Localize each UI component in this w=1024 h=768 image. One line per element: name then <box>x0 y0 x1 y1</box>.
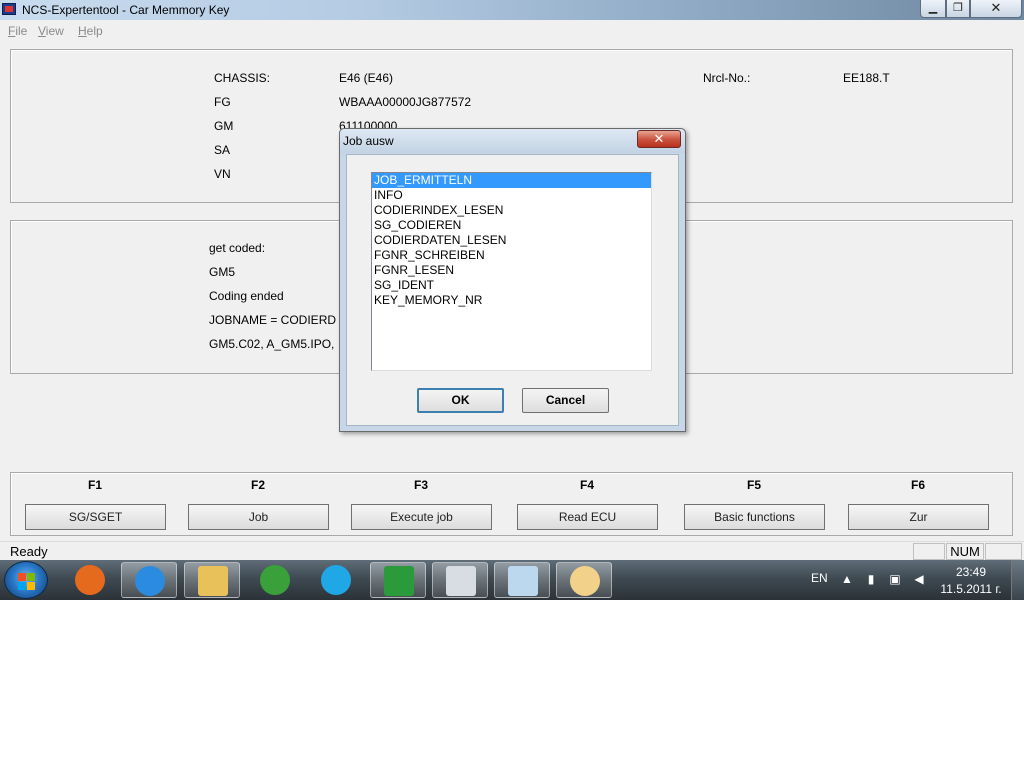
job-list-item[interactable]: INFO <box>372 188 651 203</box>
sg-sget-button[interactable]: SG/SGET <box>25 504 166 530</box>
log-line: Coding ended <box>209 289 284 303</box>
f4-label: F4 <box>579 478 594 492</box>
execute-job-button[interactable]: Execute job <box>351 504 492 530</box>
nrcl-value: EE188.T <box>843 71 890 85</box>
taskbar: EN ▲ ▮ ▣ ◀ 23:49 11.5.2011 г. <box>0 560 1024 600</box>
menu-file[interactable]: File <box>8 24 27 38</box>
job-list-item[interactable]: FGNR_LESEN <box>372 263 651 278</box>
menu-view[interactable]: View <box>38 24 64 38</box>
menu-help-accel: H <box>78 24 87 38</box>
sa-label: SA <box>214 143 231 157</box>
dialog-body: JOB_ERMITTELN INFO CODIERINDEX_LESEN SG_COD… <box>346 154 679 426</box>
windows-logo-icon <box>27 573 35 581</box>
windows-logo-icon <box>18 582 26 590</box>
taskbar-utorrent[interactable] <box>247 562 303 598</box>
calculator-icon <box>446 566 476 596</box>
skype-icon <box>321 565 351 595</box>
notepad-icon <box>508 566 538 596</box>
language-indicator[interactable]: EN <box>811 571 828 585</box>
clock-date[interactable]: 11.5.2011 г. <box>938 582 1004 596</box>
job-list-item[interactable]: CODIERINDEX_LESEN <box>372 203 651 218</box>
basic-functions-button[interactable]: Basic functions <box>684 504 825 530</box>
fg-label: FG <box>214 95 231 109</box>
taskbar-paint[interactable] <box>556 562 612 598</box>
menu-help[interactable]: Help <box>78 24 103 38</box>
diagnostic-tool-icon <box>384 566 414 596</box>
num-lock-indicator: NUM <box>946 543 984 560</box>
network-icon[interactable]: ▣ <box>888 572 902 586</box>
cancel-button[interactable]: Cancel <box>522 388 609 413</box>
menu-bar: File View Help <box>0 20 1024 42</box>
f2-label: F2 <box>250 478 265 492</box>
menu-view-label: iew <box>45 24 64 38</box>
log-line: GM5.C02, A_GM5.IPO, <box>209 337 335 351</box>
status-cell-empty <box>913 543 945 560</box>
log-line: JOBNAME = CODIERD <box>209 313 337 327</box>
f5-label: F5 <box>746 478 761 492</box>
firefox-icon <box>75 565 105 595</box>
zur-button[interactable]: Zur <box>848 504 989 530</box>
vn-label: VN <box>214 167 231 181</box>
show-hidden-icons-icon[interactable]: ▲ <box>840 572 854 586</box>
fg-value: WBAAA00000JG877572 <box>339 95 472 109</box>
status-bar: Ready NUM <box>0 541 1024 560</box>
maximize-button[interactable]: ❐ <box>946 0 970 18</box>
taskbar-firefox[interactable] <box>62 562 118 598</box>
job-list-item[interactable]: JOB_ERMITTELN <box>372 173 651 188</box>
f3-label: F3 <box>413 478 428 492</box>
dialog-close-button[interactable]: ✕ <box>637 130 681 148</box>
taskbar-internet-explorer[interactable] <box>121 562 177 598</box>
battery-icon[interactable]: ▮ <box>864 572 878 586</box>
menu-help-label: elp <box>86 24 103 38</box>
show-desktop-button[interactable] <box>1011 560 1024 600</box>
internet-explorer-icon <box>135 566 165 596</box>
status-text: Ready <box>10 544 48 559</box>
chassis-label: CHASSIS: <box>214 71 271 85</box>
taskbar-diagnostic-tool[interactable] <box>370 562 426 598</box>
utorrent-icon <box>260 565 290 595</box>
menu-view-accel: V <box>38 24 46 38</box>
dialog-title: Job ausw <box>343 134 394 148</box>
taskbar-notepad[interactable] <box>494 562 550 598</box>
job-list-item[interactable]: FGNR_SCHREIBEN <box>372 248 651 263</box>
menu-file-label: ile <box>15 24 28 38</box>
volume-icon[interactable]: ◀ <box>912 572 926 586</box>
log-line: get coded: <box>209 241 266 255</box>
gm-label: GM <box>214 119 234 133</box>
window-title: NCS-Expertentool - Car Memmory Key <box>22 3 230 17</box>
dialog-title-bar[interactable]: Job ausw ✕ <box>340 129 685 153</box>
ok-button[interactable]: OK <box>417 388 504 413</box>
clock-time[interactable]: 23:49 <box>940 565 1002 579</box>
status-cell-empty <box>985 543 1022 560</box>
job-button[interactable]: Job <box>188 504 329 530</box>
title-bar[interactable]: NCS-Expertentool - Car Memmory Key ▁ ❐ ✕ <box>0 0 1024 20</box>
app-window: NCS-Expertentool - Car Memmory Key ▁ ❐ ✕… <box>0 0 1024 600</box>
explorer-folder-icon <box>198 566 228 596</box>
taskbar-skype[interactable] <box>308 562 364 598</box>
job-list-item[interactable]: SG_CODIEREN <box>372 218 651 233</box>
app-icon <box>2 3 16 15</box>
job-list-item[interactable]: KEY_MEMORY_NR <box>372 293 651 308</box>
f6-label: F6 <box>910 478 925 492</box>
log-line: GM5 <box>209 265 236 279</box>
function-keys-panel: F1 SG/SGET F2 Job F3 Execute job F4 Read… <box>10 472 1013 536</box>
windows-logo-icon <box>27 582 35 590</box>
f1-label: F1 <box>87 478 102 492</box>
taskbar-calculator[interactable] <box>432 562 488 598</box>
job-select-dialog: Job ausw ✕ JOB_ERMITTELN INFO CODIERINDEX_… <box>339 128 686 432</box>
start-button[interactable] <box>4 561 48 599</box>
close-window-button[interactable]: ✕ <box>970 0 1022 18</box>
taskbar-explorer[interactable] <box>184 562 240 598</box>
paint-icon <box>570 566 600 596</box>
job-listbox[interactable]: JOB_ERMITTELN INFO CODIERINDEX_LESEN SG_COD… <box>371 172 652 371</box>
windows-logo-icon <box>18 573 26 581</box>
read-ecu-button[interactable]: Read ECU <box>517 504 658 530</box>
nrcl-label: Nrcl-No.: <box>703 71 751 85</box>
chassis-value: E46 (E46) <box>339 71 394 85</box>
minimize-button[interactable]: ▁ <box>920 0 946 18</box>
job-list-item[interactable]: CODIERDATEN_LESEN <box>372 233 651 248</box>
job-list-item[interactable]: SG_IDENT <box>372 278 651 293</box>
